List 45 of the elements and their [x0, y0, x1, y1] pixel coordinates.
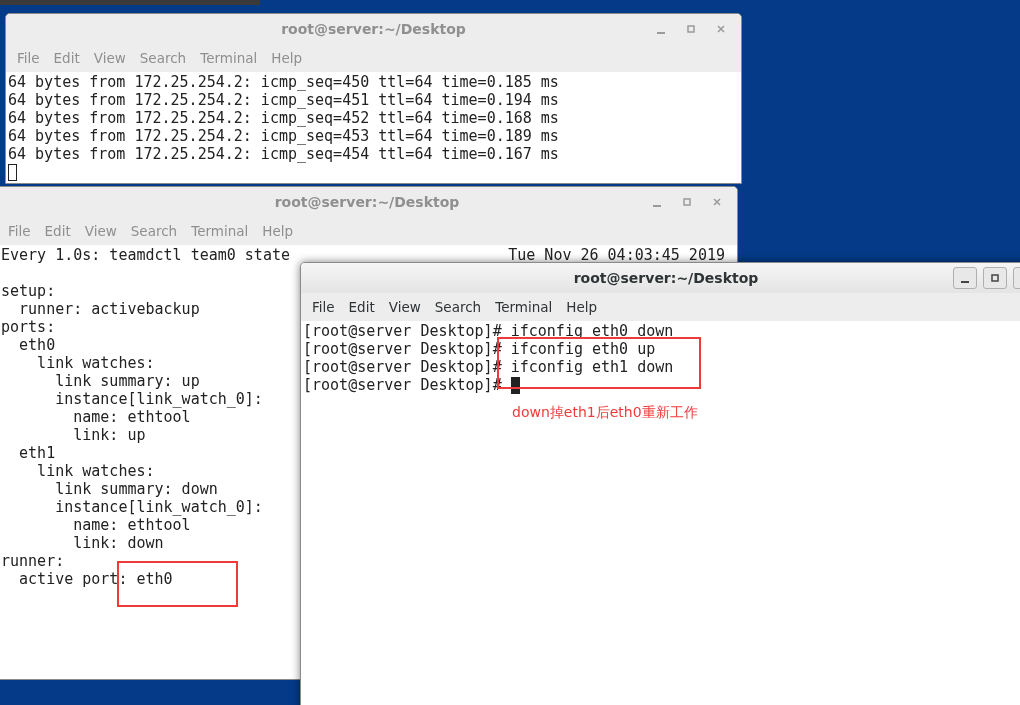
window-title: root@server:~/Desktop — [281, 21, 466, 37]
terminal-line: instance[link_watch_0]: — [54, 498, 263, 516]
menu-item[interactable]: File — [305, 299, 342, 315]
menu-item[interactable]: Help — [559, 299, 605, 315]
terminal-line: link watches: — [36, 462, 155, 480]
close-icon — [716, 24, 726, 34]
terminal-line: link: up — [72, 426, 146, 444]
terminal-line: setup: — [1, 282, 56, 300]
terminal-line: link watches: — [36, 354, 155, 372]
minimize-button[interactable] — [953, 267, 977, 289]
terminal-line: 64 bytes from 172.25.254.2: icmp_seq=451 ttl=64 time=0.194 ms — [8, 91, 559, 109]
menu-item[interactable]: Terminal — [488, 299, 560, 315]
terminal-line: 64 bytes from 172.25.254.2: icmp_seq=454 ttl=64 time=0.167 ms — [8, 145, 559, 163]
terminal-line: name: ethtool — [72, 408, 191, 426]
terminal-line: link summary: down — [54, 480, 218, 498]
terminal-line: runner: activebackup — [18, 300, 200, 318]
minimize-icon — [657, 32, 665, 34]
menu-item[interactable]: Search — [427, 299, 489, 315]
terminal-line: link summary: up — [54, 372, 200, 390]
annotation-note: down掉eth1后eth0重新工作 — [512, 403, 698, 421]
terminal-line: Every 1.0s: teamdctl team0 state — [1, 246, 290, 264]
menu-item[interactable]: View — [381, 299, 428, 315]
maximize-icon — [686, 24, 696, 34]
minimize-icon — [961, 281, 969, 283]
terminal-line: ports: — [1, 318, 56, 336]
terminal-line: runner: — [1, 552, 65, 570]
terminal-line: 64 bytes from 172.25.254.2: icmp_seq=452 ttl=64 time=0.168 ms — [8, 109, 559, 127]
terminal-line: instance[link_watch_0]: — [54, 390, 263, 408]
window-title: root@server:~/Desktop — [274, 194, 460, 210]
terminal-line: [root@server Desktop]# — [303, 376, 503, 394]
window-title: root@server:~/Desktop — [573, 270, 759, 286]
menu-item[interactable]: Edit — [341, 299, 382, 315]
terminal-timestamp: Tue Nov 26 04:03:45 2019 — [508, 246, 725, 264]
minimize-icon — [653, 205, 661, 207]
terminal-line: link: down — [72, 534, 164, 552]
maximize-icon — [990, 273, 1000, 283]
terminal-line: eth0 — [18, 336, 56, 354]
terminal-line: eth1 — [18, 444, 56, 462]
terminal-line: name: ethtool — [72, 516, 191, 534]
terminal-line: 64 bytes from 172.25.254.2: icmp_seq=450 ttl=64 time=0.185 ms — [8, 73, 559, 91]
terminal-line: 64 bytes from 172.25.254.2: icmp_seq=453 ttl=64 time=0.189 ms — [8, 127, 559, 145]
close-icon — [712, 197, 722, 207]
maximize-icon — [682, 197, 692, 207]
terminal-line: [root@server Desktop]# ifconfig eth0 down — [303, 322, 674, 340]
maximize-button[interactable] — [983, 267, 1007, 289]
